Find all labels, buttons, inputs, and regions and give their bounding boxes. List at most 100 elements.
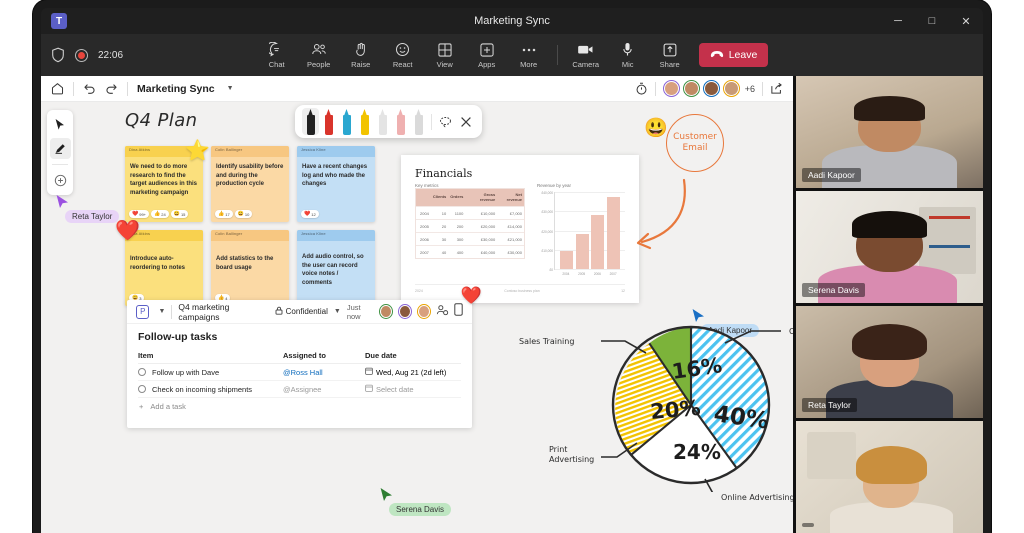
black-pen[interactable] — [302, 108, 319, 135]
cell: 300 — [448, 232, 466, 246]
sticky-note-text: Have a recent changes log and who made t… — [302, 164, 368, 188]
video-participants-rail: Aadi Kapoor Serena Davis Reta Taylor — [793, 76, 983, 533]
sticky-note-header: Colin Ballinger — [211, 230, 289, 241]
sticky-note-reactions[interactable]: ❤️ 99+ 👍 24 😄 15 — [129, 210, 189, 218]
reaction-chip[interactable]: ❤️ 99+ — [129, 210, 150, 218]
camera-button[interactable]: Camera — [565, 41, 607, 69]
task-assignee[interactable]: @Ross Hall — [283, 368, 365, 377]
reaction-chip[interactable]: 👍 17 — [215, 210, 233, 218]
reaction-chip[interactable]: 👍 24 — [151, 210, 169, 218]
add-task-button[interactable]: + Add a task — [138, 398, 461, 414]
react-button[interactable]: React — [382, 41, 424, 69]
board-title: Q4 Plan — [125, 110, 198, 131]
undo-icon[interactable] — [83, 82, 96, 95]
participant-avatars[interactable]: +6 — [662, 80, 755, 97]
close-icon[interactable] — [456, 111, 475, 133]
recording-time: 22:06 — [98, 49, 124, 61]
whiteboard-canvas[interactable]: Q4 Plan Dina Atkins We need to do more r… — [41, 102, 793, 533]
close-button[interactable]: ✕ — [949, 8, 983, 34]
pen-tool[interactable] — [49, 138, 71, 159]
avatar[interactable] — [379, 304, 394, 319]
leave-button[interactable]: Leave — [698, 43, 769, 67]
add-tool[interactable] — [50, 170, 71, 191]
participant-tile[interactable]: Aadi Kapoor — [796, 76, 983, 188]
sticky-note[interactable]: Colin Ballinger Add statistics to the bo… — [211, 230, 289, 306]
home-icon[interactable] — [51, 82, 64, 95]
share-board-icon[interactable] — [770, 82, 783, 95]
key-metrics-table: Clients Orders Gross revenue Net revenue… — [415, 188, 525, 260]
participant-tile[interactable]: Reta Taylor — [796, 306, 983, 418]
sensitivity-label[interactable]: Confidential ▼ — [275, 306, 341, 317]
plan-name[interactable]: Q4 marketing campaigns — [178, 302, 268, 322]
reaction-chip[interactable]: ❤️ 12 — [301, 210, 319, 218]
timer-icon[interactable] — [635, 82, 648, 95]
more-ellipsis-icon — [521, 41, 537, 58]
avatar[interactable] — [702, 80, 720, 97]
task-checkbox[interactable] — [138, 368, 146, 376]
avatar[interactable] — [417, 304, 431, 319]
apps-label: Apps — [478, 60, 496, 69]
lasso-select-icon[interactable] — [436, 111, 455, 133]
view-button[interactable]: View — [424, 41, 466, 69]
participant-tile[interactable]: Serena Davis — [796, 191, 983, 303]
sticky-note[interactable]: Jessica Kline Add audio control, so the … — [297, 230, 375, 306]
red-pen[interactable] — [320, 108, 337, 135]
share-button[interactable]: Share — [649, 41, 691, 69]
participant-tile[interactable] — [796, 421, 983, 533]
meeting-controls: Chat People Raise React View Apps More C… — [41, 41, 983, 69]
avatar[interactable] — [682, 80, 700, 97]
avatar[interactable] — [398, 304, 413, 319]
ruler[interactable] — [410, 108, 427, 135]
sticky-note-reactions[interactable]: 👍 17 😄 10 — [215, 210, 253, 218]
more-button[interactable]: More — [508, 41, 550, 69]
remote-cursor-serena-davis: Serena Davis — [379, 487, 452, 516]
board-name[interactable]: Marketing Sync — [137, 83, 215, 95]
cell: 10 — [430, 206, 449, 220]
sticky-note[interactable]: Dina Atkins We need to do more research … — [125, 140, 210, 222]
view-label: View — [436, 60, 453, 69]
sticky-note[interactable]: Jessica Kline Have a recent changes log … — [297, 146, 375, 222]
follow-up-tasks-card[interactable]: P ▼ Q4 marketing campaigns Confidential … — [127, 286, 482, 428]
eraser[interactable] — [374, 108, 391, 135]
reaction-chip[interactable]: 😄 10 — [234, 210, 253, 218]
people-button[interactable]: People — [298, 41, 340, 69]
cell: 40 — [430, 245, 449, 259]
pink-pen[interactable] — [392, 108, 409, 135]
task-due-cell[interactable]: Select date — [365, 384, 461, 394]
raise-hand-button[interactable]: Raise — [340, 41, 382, 69]
remote-cursor-reta-taylor: Reta Taylor — [55, 194, 120, 223]
people-icon — [311, 41, 327, 58]
sticky-note-reactions[interactable]: ❤️ 12 — [301, 210, 319, 218]
sticky-note[interactable]: Colin Ballinger Identify usability befor… — [211, 146, 289, 222]
minimize-button[interactable]: ─ — [881, 8, 915, 34]
task-due-cell[interactable]: Wed, Aug 21 (2d left) — [365, 367, 461, 377]
table-row: 2006 30 300 £30,000 £21,000 — [416, 232, 524, 246]
task-row[interactable]: Check on incoming shipments @Assignee Se… — [138, 381, 461, 398]
revenue-chart-caption: Revenue by year — [537, 183, 572, 188]
yellow-highlighter[interactable] — [356, 108, 373, 135]
financials-card[interactable]: Financials Key metrics Clients Orders Gr… — [401, 155, 639, 303]
task-assignee[interactable]: @Assignee — [283, 385, 365, 394]
select-tool[interactable] — [50, 114, 71, 135]
mic-button[interactable]: Mic — [607, 41, 649, 69]
chevron-down-icon[interactable]: ▼ — [227, 85, 234, 92]
sticky-note[interactable]: Dina Atkins Introduce auto-reordering to… — [115, 220, 203, 306]
blue-pen[interactable] — [338, 108, 355, 135]
chevron-down-icon[interactable]: ▼ — [334, 308, 341, 315]
add-task-label: Add a task — [150, 401, 186, 411]
overflow-participant-count[interactable]: +6 — [745, 84, 755, 94]
add-people-icon[interactable] — [436, 303, 449, 321]
task-checkbox[interactable] — [138, 385, 146, 393]
maximize-button[interactable]: □ — [915, 8, 949, 34]
chat-button[interactable]: Chat — [256, 41, 298, 69]
avatar[interactable] — [722, 80, 740, 97]
smiley-sticker: 😃 — [644, 118, 668, 139]
reaction-chip[interactable]: 😄 15 — [170, 210, 189, 218]
raise-label: Raise — [351, 60, 371, 69]
chevron-down-icon[interactable]: ▼ — [158, 308, 165, 315]
people-label: People — [307, 60, 331, 69]
apps-button[interactable]: Apps — [466, 41, 508, 69]
task-row[interactable]: Follow up with Dave @Ross Hall Wed, Aug … — [138, 364, 461, 381]
avatar[interactable] — [662, 80, 680, 97]
redo-icon[interactable] — [105, 82, 118, 95]
